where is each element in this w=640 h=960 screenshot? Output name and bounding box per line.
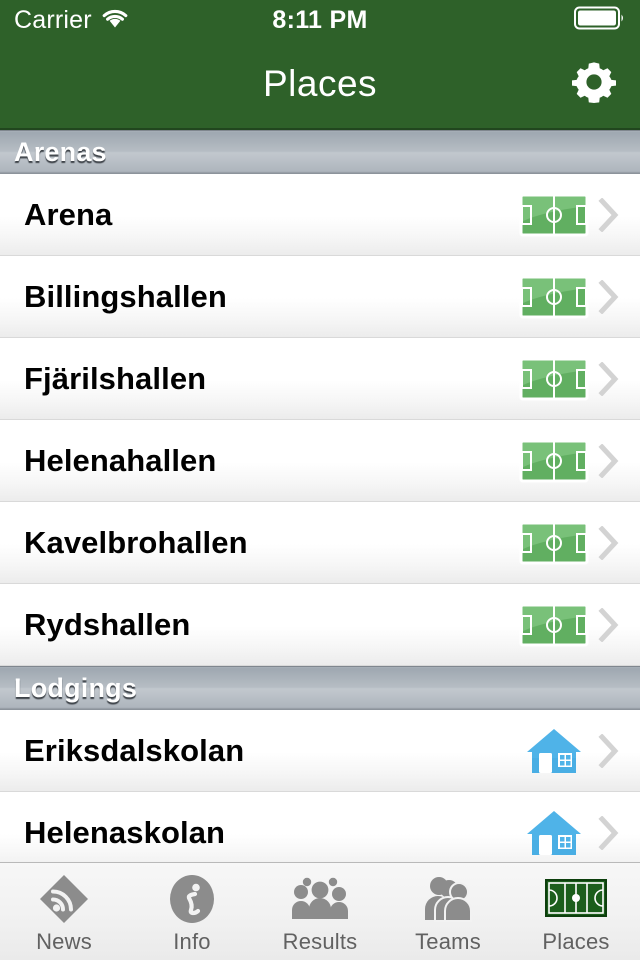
list-item-label: Rydshallen — [24, 606, 191, 642]
rss-icon — [38, 873, 90, 925]
tab-results[interactable]: Results — [256, 863, 384, 960]
chevron-right-icon — [590, 279, 628, 314]
tab-label: Places — [542, 928, 610, 954]
list-item-label: Billingshallen — [24, 278, 227, 314]
places-list[interactable]: Arenas Arena Billingshallen Fjärilshalle… — [0, 130, 640, 862]
tab-label: Info — [173, 928, 211, 954]
list-item[interactable]: Rydshallen — [0, 584, 640, 666]
list-item[interactable]: Fjärilshallen — [0, 338, 640, 420]
list-item-label: Helenahallen — [24, 442, 217, 478]
list-item-label: Eriksdalskolan — [24, 732, 245, 768]
navigation-bar: Places — [0, 40, 640, 130]
house-icon — [518, 807, 590, 859]
list-item[interactable]: Eriksdalskolan — [0, 710, 640, 792]
section-header-lodgings: Lodgings — [0, 666, 640, 710]
soccer-field-icon — [518, 192, 590, 238]
chevron-right-icon — [590, 607, 628, 642]
soccer-field-icon — [518, 356, 590, 402]
chevron-right-icon — [590, 197, 628, 232]
section-title: Lodgings — [14, 672, 138, 703]
tab-label: News — [36, 928, 92, 954]
status-bar-left: Carrier — [14, 6, 129, 35]
chevron-right-icon — [590, 815, 628, 850]
status-bar: Carrier 8:11 PM — [0, 0, 640, 40]
info-circle-icon — [166, 873, 218, 925]
section-title: Arenas — [14, 136, 107, 167]
soccer-field-icon — [518, 438, 590, 484]
battery-full-icon — [574, 5, 626, 36]
soccer-field-icon — [518, 520, 590, 566]
list-item-label: Arena — [24, 196, 113, 232]
tab-teams[interactable]: Teams — [384, 863, 512, 960]
people-group-icon — [290, 873, 350, 925]
page-title: Places — [262, 63, 378, 104]
list-item[interactable]: Helenaskolan — [0, 792, 640, 862]
chevron-right-icon — [590, 733, 628, 768]
list-item[interactable]: Arena — [0, 174, 640, 256]
wifi-icon — [101, 7, 129, 34]
app-screen: Carrier 8:11 PM Places Arenas Arena Bill… — [0, 0, 640, 960]
tab-label: Results — [282, 928, 358, 954]
tab-info[interactable]: Info — [128, 863, 256, 960]
tab-bar: News Info Results Teams Places — [0, 862, 640, 960]
tab-news[interactable]: News — [0, 863, 128, 960]
list-item-label: Kavelbrohallen — [24, 524, 248, 560]
list-item[interactable]: Kavelbrohallen — [0, 502, 640, 584]
tab-label: Teams — [415, 928, 481, 954]
list-item-label: Helenaskolan — [24, 814, 226, 850]
chevron-right-icon — [590, 443, 628, 478]
house-icon — [518, 725, 590, 777]
section-header-arenas: Arenas — [0, 130, 640, 174]
tab-places[interactable]: Places — [512, 863, 640, 960]
settings-button[interactable] — [568, 58, 620, 110]
gear-icon — [570, 58, 618, 111]
status-bar-right — [574, 5, 626, 36]
soccer-field-icon — [518, 602, 590, 648]
soccer-field-icon — [518, 274, 590, 320]
chevron-right-icon — [590, 361, 628, 396]
carrier-label: Carrier — [14, 5, 92, 34]
chevron-right-icon — [590, 525, 628, 560]
list-item-label: Fjärilshallen — [24, 360, 207, 396]
list-item[interactable]: Billingshallen — [0, 256, 640, 338]
people-stack-icon — [418, 873, 478, 925]
list-item[interactable]: Helenahallen — [0, 420, 640, 502]
field-icon — [544, 873, 608, 925]
